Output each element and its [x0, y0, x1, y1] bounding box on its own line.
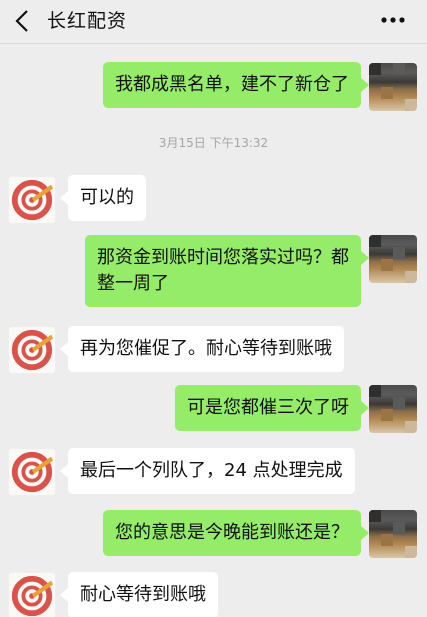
target-logo-icon	[11, 575, 54, 617]
message-bubble[interactable]: 耐心等待到账哦	[60, 572, 218, 617]
chat-header: 长红配资	[0, 0, 427, 44]
target-logo-icon	[11, 451, 54, 493]
contact-avatar[interactable]	[8, 448, 56, 496]
message-row: 可是您都催三次了呀	[0, 385, 427, 441]
chat-title: 长红配资	[47, 10, 128, 32]
message-bubble[interactable]: 再为您催促了。耐心等待到账哦	[60, 326, 344, 372]
self-avatar[interactable]	[369, 385, 417, 433]
message-row: 您的意思是今晚能到账还是？	[0, 508, 427, 564]
self-avatar[interactable]	[369, 510, 417, 558]
message-row: 可以的	[0, 175, 427, 231]
message-row: 再为您催促了。耐心等待到账哦	[0, 324, 427, 380]
contact-avatar[interactable]	[8, 176, 56, 224]
message-row: 最后一个列队了，24 点处理完成	[0, 446, 427, 502]
contact-avatar[interactable]	[8, 572, 56, 617]
message-bubble[interactable]: 您的意思是今晚能到账还是？	[103, 510, 369, 556]
message-row: 那资金到账时间您落实过吗？都 整一周了	[0, 235, 427, 307]
target-logo-icon	[11, 179, 54, 221]
self-avatar[interactable]	[369, 235, 417, 283]
more-dots-icon[interactable]	[380, 16, 406, 24]
message-bubble[interactable]: 我都成黑名单，建不了新仓了	[103, 62, 369, 108]
self-avatar[interactable]	[369, 63, 417, 111]
message-timestamp: 3月15日 下午13:32	[158, 136, 269, 150]
message-row: 耐心等待到账哦	[0, 570, 427, 617]
chevron-left-icon[interactable]	[10, 8, 34, 34]
message-row: 我都成黑名单，建不了新仓了	[0, 60, 427, 116]
message-bubble[interactable]: 可以的	[60, 175, 146, 221]
message-bubble[interactable]: 那资金到账时间您落实过吗？都 整一周了	[85, 235, 369, 307]
contact-avatar[interactable]	[8, 326, 56, 374]
target-logo-icon	[11, 329, 54, 371]
message-bubble[interactable]: 最后一个列队了，24 点处理完成	[60, 448, 355, 494]
message-bubble[interactable]: 可是您都催三次了呀	[175, 385, 369, 431]
